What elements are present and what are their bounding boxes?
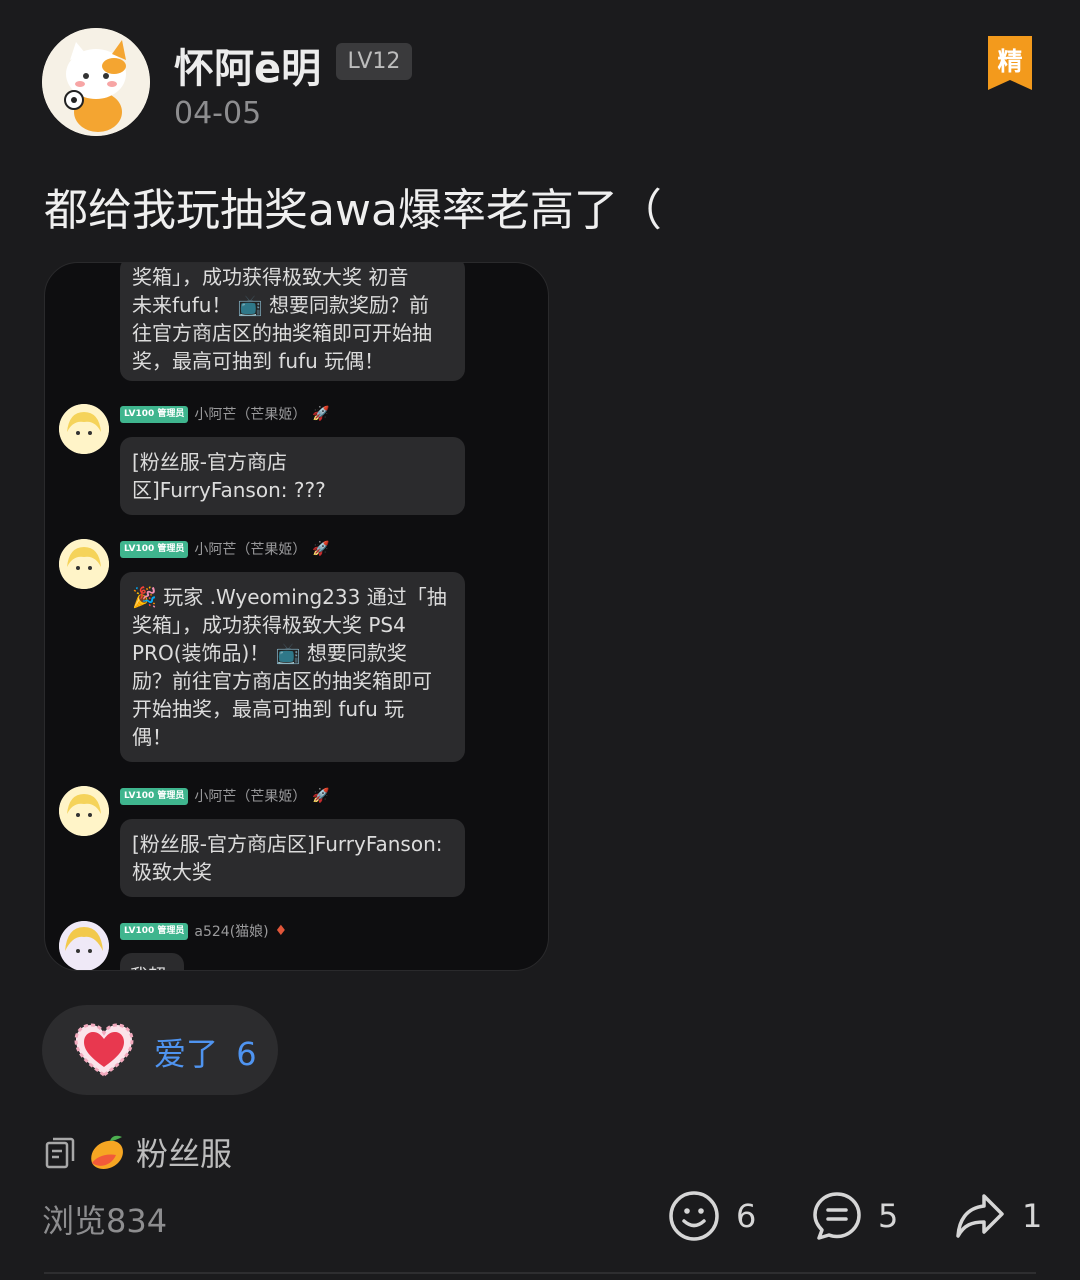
circle-icon <box>45 1137 75 1169</box>
sender-name: 小阿芒（芒果姬） <box>194 407 307 423</box>
bubble-line: 极致大奖 <box>132 860 212 884</box>
mango-icon <box>91 1135 123 1169</box>
share-count: 1 <box>1022 1197 1043 1235</box>
featured-badge: 精 <box>988 36 1032 90</box>
circle-tag[interactable]: 粉丝服 <box>44 1130 232 1174</box>
post-text: 都给我玩抽奖awa爆率老高了（ <box>44 185 662 236</box>
rocket-icon: 🚀 <box>312 788 330 804</box>
message-header: LV100 管理员 a524(猫娘) ♦ <box>120 921 287 941</box>
love-reaction-button[interactable]: 爱了 6 <box>42 1005 278 1095</box>
bubble-line: PRO(装饰品)！ 📺 想要同款奖 <box>132 641 407 665</box>
comment-button[interactable]: 5 <box>812 1188 898 1244</box>
rocket-icon: 🚀 <box>312 541 330 557</box>
chat-bubble: 我超 <box>120 953 184 971</box>
chat-bubble: 🎉 玩家 .Wyeoming233 通过「抽 奖箱」，成功获得极致大奖 PS4 … <box>120 572 465 762</box>
sender-avatar <box>59 539 109 589</box>
bubble-line: 励？前往官方商店区的抽奖箱即可 <box>132 669 432 693</box>
bubble-line: 🎉 玩家 .Wyeoming233 通过「抽 <box>132 585 447 609</box>
emoji-count: 6 <box>736 1197 757 1235</box>
bubble-line: 奖箱」，成功获得极致大奖 初音 <box>132 265 409 289</box>
bubble-line: [粉丝服-官方商店 <box>132 450 288 474</box>
admin-tag: LV100 管理员 <box>120 787 189 805</box>
reaction-count: 6 <box>236 1035 257 1073</box>
smiley-icon <box>669 1191 719 1241</box>
bubble-line: 往官方商店区的抽奖箱即可开始抽 <box>132 321 432 345</box>
admin-tag: LV100 管理员 <box>120 540 189 558</box>
bubble-line: [粉丝服-官方商店区]FurryFanson: <box>132 832 443 856</box>
level-badge: LV12 <box>336 43 412 80</box>
rocket-icon: 🚀 <box>312 406 330 422</box>
bubble-line: 偶！ <box>132 725 172 749</box>
post-image[interactable]: 奖箱」，成功获得极致大奖 初音 未来fufu！ 📺 想要同款奖励？前 往官方商店… <box>44 262 549 971</box>
sender-name: 小阿芒（芒果姬） <box>194 542 307 558</box>
comment-count: 5 <box>878 1197 899 1235</box>
author-name[interactable]: 怀阿ē明 <box>174 36 321 94</box>
circle-name: 粉丝服 <box>136 1135 233 1173</box>
chat-bubble: 奖箱」，成功获得极致大奖 初音 未来fufu！ 📺 想要同款奖励？前 往官方商店… <box>120 263 465 381</box>
share-icon <box>956 1194 1004 1238</box>
admin-tag: LV100 管理员 <box>120 405 189 423</box>
sender-name: a524(猫娘) <box>194 924 269 940</box>
comment-icon <box>813 1192 861 1240</box>
message-header: LV100 管理员 小阿芒（芒果姬） 🚀 <box>120 539 330 559</box>
chat-bubble: [粉丝服-官方商店区]FurryFanson: 极致大奖 <box>120 819 465 897</box>
bubble-line: 开始抽奖，最高可抽到 fufu 玩 <box>132 697 405 721</box>
bubble-line: 未来fufu！ 📺 想要同款奖励？前 <box>132 293 430 317</box>
heart-icon <box>74 1023 134 1077</box>
featured-label: 精 <box>997 47 1023 76</box>
bubble-line: 我超 <box>130 967 174 971</box>
bubble-line: 奖，最高可抽到 fufu 玩偶！ <box>132 349 385 373</box>
sender-name: 小阿芒（芒果姬） <box>194 789 307 805</box>
chat-bubble: [粉丝服-官方商店 区]FurryFanson: ??? <box>120 437 465 515</box>
emoji-reaction-button[interactable]: 6 <box>668 1188 756 1244</box>
reaction-text: 爱了 6 <box>154 1029 257 1075</box>
author-avatar[interactable] <box>42 28 150 136</box>
view-count: 浏览834 <box>42 1202 168 1240</box>
admin-tag: LV100 管理员 <box>120 922 189 940</box>
message-header: LV100 管理员 小阿芒（芒果姬） 🚀 <box>120 404 330 424</box>
message-header: LV100 管理员 小阿芒（芒果姬） 🚀 <box>120 786 330 806</box>
share-button[interactable]: 1 <box>954 1188 1042 1244</box>
sender-avatar <box>59 404 109 454</box>
flame-icon: ♦ <box>274 923 288 939</box>
sender-avatar <box>59 921 109 970</box>
bubble-line: 区]FurryFanson: ??? <box>132 478 326 502</box>
sender-avatar <box>59 786 109 836</box>
bubble-line: 奖箱」，成功获得极致大奖 PS4 <box>132 613 406 637</box>
reaction-label: 爱了 <box>154 1035 219 1073</box>
divider <box>44 1272 1036 1274</box>
post-date: 04-05 <box>174 96 262 131</box>
